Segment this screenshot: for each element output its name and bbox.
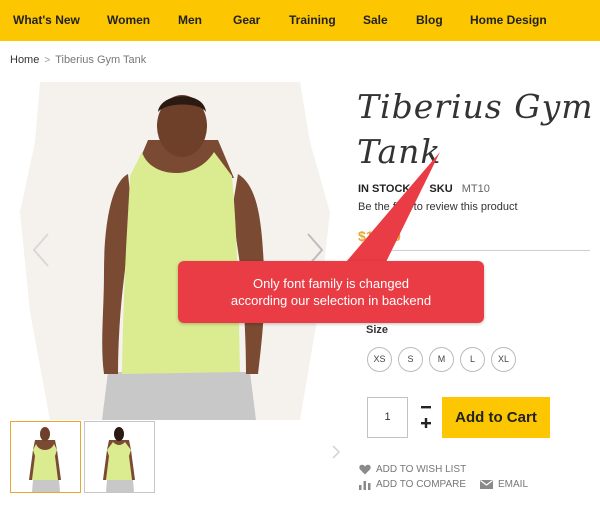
breadcrumb-current: Tiberius Gym Tank (55, 54, 147, 66)
nav-item-blog[interactable]: Blog (416, 13, 443, 27)
thumbnail-back[interactable] (84, 421, 155, 493)
product-photo (20, 82, 330, 420)
thumbnail-front-image (29, 427, 61, 492)
envelope-icon[interactable] (480, 480, 493, 489)
quantity-input[interactable]: 1 (367, 397, 408, 438)
size-swatch-xs[interactable]: XS (367, 347, 392, 372)
stock-sku-row: IN STOCK SKU MT10 (358, 183, 490, 195)
add-to-compare-link[interactable]: ADD TO COMPARE (376, 479, 466, 490)
review-link[interactable]: Be the first to review this product (358, 201, 518, 213)
nav-item-training[interactable]: Training (289, 13, 336, 27)
size-swatch-s[interactable]: S (398, 347, 423, 372)
product-title: Tiberius Gym Tank (357, 84, 597, 174)
nav-item-gear[interactable]: Gear (233, 13, 260, 27)
top-navigation: What's New Women Men Gear Training Sale … (0, 0, 600, 41)
nav-item-whats-new[interactable]: What's New (13, 13, 80, 27)
gallery-prev-icon[interactable] (30, 232, 52, 268)
plus-icon[interactable] (420, 417, 432, 429)
info-divider (358, 250, 590, 251)
breadcrumb-home-link[interactable]: Home (10, 54, 39, 66)
breadcrumb-separator: > (44, 55, 51, 66)
product-title-line-2: Tank (357, 132, 442, 171)
minus-icon[interactable] (420, 401, 432, 413)
product-main-image[interactable] (0, 82, 348, 420)
callout-text-line-2: according our selection in backend (230, 293, 432, 308)
nav-item-sale[interactable]: Sale (363, 13, 388, 27)
nav-item-men[interactable]: Men (178, 13, 202, 27)
sku-label: SKU (429, 183, 453, 195)
annotation-callout: Only font family is changed according ou… (178, 261, 484, 323)
nav-item-women[interactable]: Women (107, 13, 150, 27)
breadcrumb: Home > Tiberius Gym Tank (10, 54, 146, 66)
thumbnail-front[interactable] (10, 421, 81, 493)
thumbnail-back-image (103, 427, 135, 492)
add-to-cart-button[interactable]: Add to Cart (442, 397, 550, 438)
heart-icon[interactable] (359, 464, 371, 475)
thumbnail-next-icon[interactable] (332, 445, 340, 459)
size-swatch-xl[interactable]: XL (491, 347, 516, 372)
size-label: Size (366, 324, 389, 336)
size-swatch-m[interactable]: M (429, 347, 454, 372)
size-swatch-l[interactable]: L (460, 347, 485, 372)
nav-item-home-design[interactable]: Home Design (470, 13, 547, 27)
email-link[interactable]: EMAIL (498, 479, 528, 490)
callout-text-line-1: Only font family is changed (252, 276, 410, 291)
bar-chart-icon[interactable] (359, 479, 371, 490)
sku-value: MT10 (461, 183, 490, 195)
product-title-line-1: Tiberius Gym (357, 87, 594, 126)
stock-status: IN STOCK (358, 183, 411, 195)
product-price: $18.00 (358, 228, 401, 244)
add-to-wishlist-link[interactable]: ADD TO WISH LIST (376, 464, 466, 475)
